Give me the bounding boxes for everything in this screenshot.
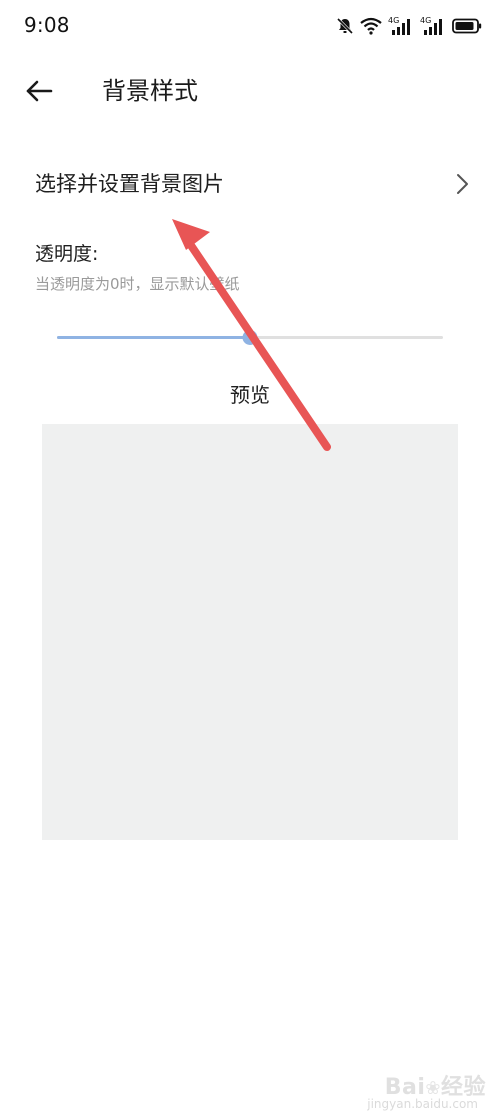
status-time: 9:08 xyxy=(24,13,70,37)
screen: 9:08 4G 4G 背景样式 选择并设置背景图片 透明度: 当透明度为0时，显… xyxy=(0,0,500,1111)
opacity-label: 透明度: xyxy=(35,243,99,265)
opacity-hint: 当透明度为0时，显示默认壁纸 xyxy=(35,275,240,293)
preview-area xyxy=(42,424,458,840)
app-header: 背景样式 xyxy=(0,60,500,122)
network-type-label: 4G xyxy=(388,16,399,25)
bell-muted-icon xyxy=(336,17,354,35)
slider-fill xyxy=(57,336,250,339)
status-icons: 4G 4G xyxy=(336,12,482,40)
select-background-label: 选择并设置背景图片 xyxy=(35,172,224,196)
wifi-icon xyxy=(360,17,382,35)
slider-thumb[interactable] xyxy=(242,330,258,345)
watermark-logo: Bai❀经验 jingyan.baidu.com xyxy=(367,1069,486,1111)
arrow-left-icon[interactable] xyxy=(22,74,56,108)
chevron-right-icon xyxy=(457,174,468,194)
watermark-sub: jingyan.baidu.com xyxy=(367,1097,478,1111)
select-background-image-row[interactable]: 选择并设置背景图片 xyxy=(0,156,500,212)
signal-4g-icon: 4G xyxy=(388,16,414,36)
preview-label: 预览 xyxy=(230,383,270,407)
page-title: 背景样式 xyxy=(102,77,198,105)
status-bar: 9:08 4G 4G xyxy=(0,0,500,54)
network-type-label-2: 4G xyxy=(420,16,431,25)
signal-4g-icon-2: 4G xyxy=(420,16,446,36)
battery-icon xyxy=(452,18,482,34)
opacity-slider[interactable] xyxy=(57,326,443,350)
